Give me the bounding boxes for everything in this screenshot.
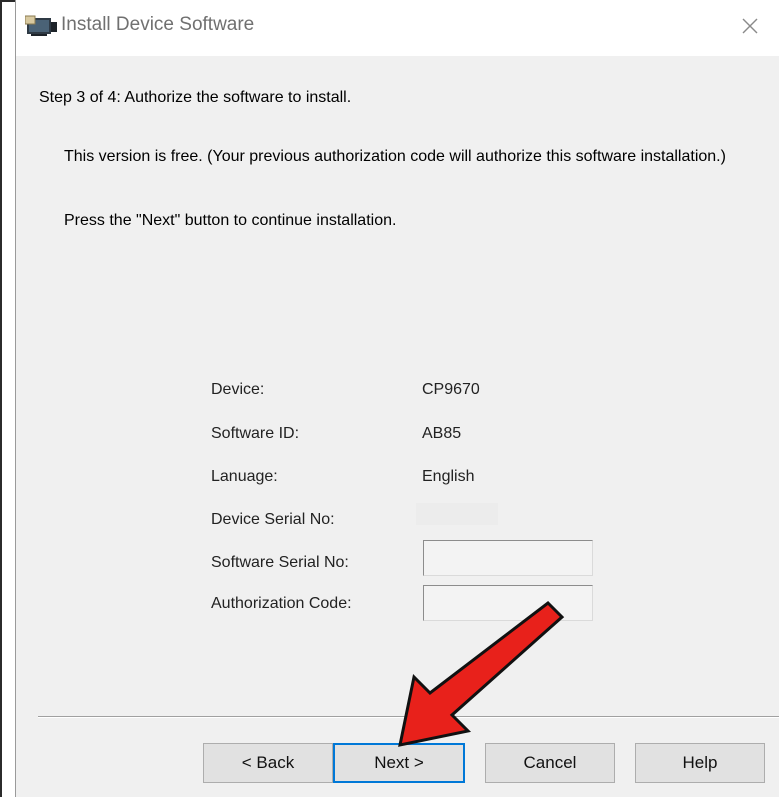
authorization-code-label: Authorization Code: [211,595,352,612]
device-label: Device: [211,381,265,398]
step-heading: Step 3 of 4: Authorize the software to i… [39,89,352,106]
back-button[interactable]: < Back [203,743,333,783]
install-device-software-dialog: Install Device Software Step 3 of 4: Aut… [15,0,779,797]
help-button[interactable]: Help [635,743,765,783]
next-button[interactable]: Next > [333,743,465,783]
screen: Install Device Software Step 3 of 4: Aut… [0,0,779,797]
software-id-label: Software ID: [211,425,300,442]
press-next-instruction: Press the "Next" button to continue inst… [64,212,397,229]
window-title: Install Device Software [61,14,255,35]
title-bar[interactable]: Install Device Software [16,0,779,56]
close-icon[interactable] [735,11,765,41]
language-value: English [422,468,475,485]
software-id-value: AB85 [422,425,462,442]
authorization-code-input[interactable] [423,585,593,621]
cancel-button[interactable]: Cancel [485,743,615,783]
background-window-edge-left [0,0,2,797]
device-value: CP9670 [422,381,480,398]
language-label: Lanuage: [211,468,278,485]
software-serial-input[interactable] [423,540,593,576]
button-separator [38,716,779,718]
dialog-content: Step 3 of 4: Authorize the software to i… [16,56,779,797]
device-serial-value [416,503,498,525]
software-serial-label: Software Serial No: [211,554,349,571]
free-version-message: This version is free. (Your previous aut… [64,148,726,165]
device-serial-label: Device Serial No: [211,511,335,528]
install-app-icon [25,15,57,36]
